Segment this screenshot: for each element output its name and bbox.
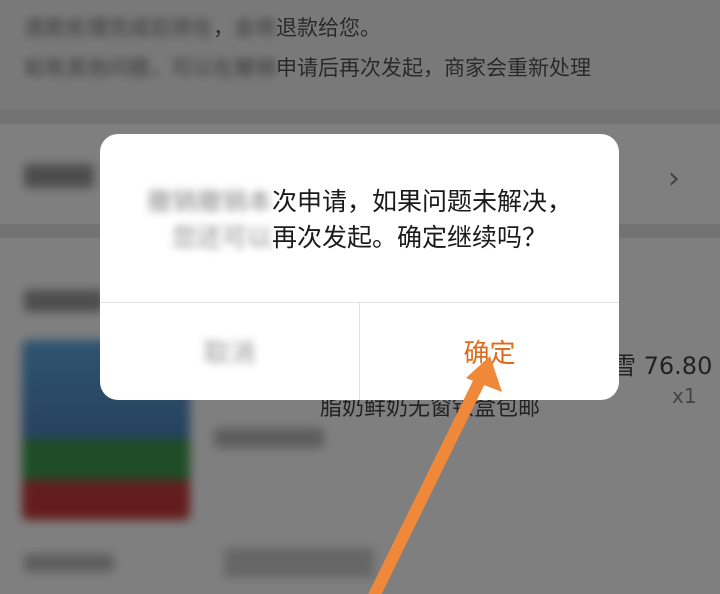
confirm-dialog: 撤销撤销本次申请，如果问题未解决， 您还可以再次发起。确定继续吗？ 取消 确定: [100, 134, 619, 400]
dialog-message: 撤销撤销本次申请，如果问题未解决， 您还可以再次发起。确定继续吗？: [146, 187, 573, 252]
cancel-button[interactable]: 取消: [100, 303, 359, 400]
confirm-button[interactable]: 确定: [360, 303, 619, 400]
